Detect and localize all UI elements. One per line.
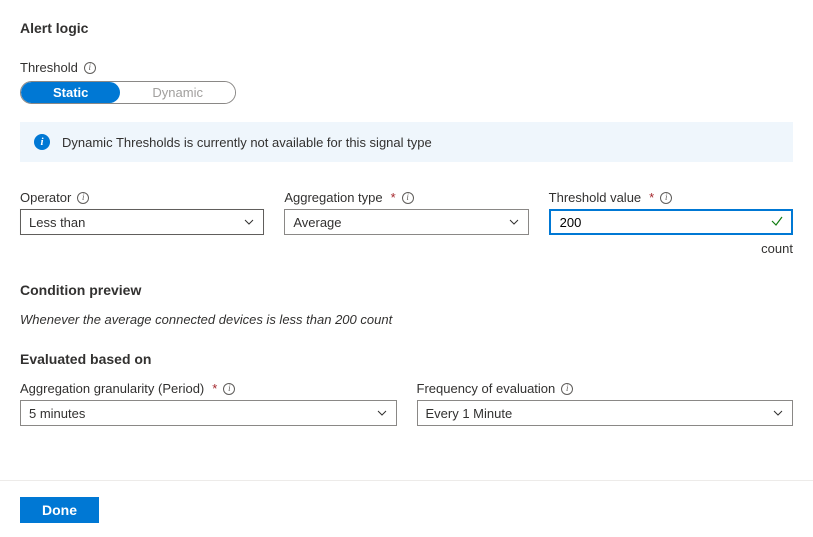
chevron-down-icon: [508, 216, 520, 228]
threshold-unit: count: [761, 241, 793, 256]
evaluated-heading: Evaluated based on: [20, 351, 793, 367]
required-asterisk: *: [391, 190, 396, 205]
info-icon[interactable]: i: [223, 383, 235, 395]
threshold-toggle: Static Dynamic: [20, 81, 236, 104]
info-icon[interactable]: i: [561, 383, 573, 395]
aggregation-type-column: Aggregation type * i Average: [284, 190, 528, 235]
footer-divider: [0, 480, 813, 481]
threshold-value-input-wrapper[interactable]: [549, 209, 793, 235]
frequency-column: Frequency of evaluation i Every 1 Minute: [417, 381, 794, 426]
aggregation-type-value: Average: [293, 215, 341, 230]
frequency-value: Every 1 Minute: [426, 406, 513, 421]
aggregation-type-label: Aggregation type: [284, 190, 382, 205]
operator-label: Operator: [20, 190, 71, 205]
threshold-label: Threshold: [20, 60, 78, 75]
granularity-label-row: Aggregation granularity (Period) * i: [20, 381, 397, 396]
frequency-label-row: Frequency of evaluation i: [417, 381, 794, 396]
section-title: Alert logic: [20, 20, 793, 36]
granularity-label: Aggregation granularity (Period): [20, 381, 204, 396]
operator-select[interactable]: Less than: [20, 209, 264, 235]
frequency-label: Frequency of evaluation: [417, 381, 556, 396]
required-asterisk: *: [649, 190, 654, 205]
aggregation-type-label-row: Aggregation type * i: [284, 190, 528, 205]
threshold-value-column: Threshold value * i count: [549, 190, 793, 256]
info-icon[interactable]: i: [84, 62, 96, 74]
info-icon[interactable]: i: [402, 192, 414, 204]
granularity-value: 5 minutes: [29, 406, 85, 421]
banner-text: Dynamic Thresholds is currently not avai…: [62, 135, 432, 150]
check-icon: [770, 214, 784, 231]
controls-row: Operator i Less than Aggregation type * …: [20, 190, 793, 256]
done-button[interactable]: Done: [20, 497, 99, 523]
aggregation-type-select[interactable]: Average: [284, 209, 528, 235]
chevron-down-icon: [376, 407, 388, 419]
required-asterisk: *: [212, 381, 217, 396]
granularity-select[interactable]: 5 minutes: [20, 400, 397, 426]
info-icon[interactable]: i: [77, 192, 89, 204]
threshold-label-row: Threshold i: [20, 60, 793, 75]
threshold-value-label-row: Threshold value * i: [549, 190, 793, 205]
threshold-value-input[interactable]: [558, 214, 739, 231]
info-icon: i: [34, 134, 50, 150]
footer: Done: [20, 497, 99, 523]
operator-value: Less than: [29, 215, 85, 230]
frequency-select[interactable]: Every 1 Minute: [417, 400, 794, 426]
chevron-down-icon: [243, 216, 255, 228]
operator-label-row: Operator i: [20, 190, 264, 205]
granularity-column: Aggregation granularity (Period) * i 5 m…: [20, 381, 397, 426]
info-icon[interactable]: i: [660, 192, 672, 204]
threshold-static-option[interactable]: Static: [21, 82, 120, 103]
evaluated-row: Aggregation granularity (Period) * i 5 m…: [20, 381, 793, 426]
threshold-value-label: Threshold value: [549, 190, 642, 205]
threshold-dynamic-option[interactable]: Dynamic: [120, 82, 235, 103]
operator-column: Operator i Less than: [20, 190, 264, 235]
info-banner: i Dynamic Thresholds is currently not av…: [20, 122, 793, 162]
chevron-down-icon: [772, 407, 784, 419]
condition-preview-heading: Condition preview: [20, 282, 793, 298]
condition-preview-text: Whenever the average connected devices i…: [20, 312, 793, 327]
